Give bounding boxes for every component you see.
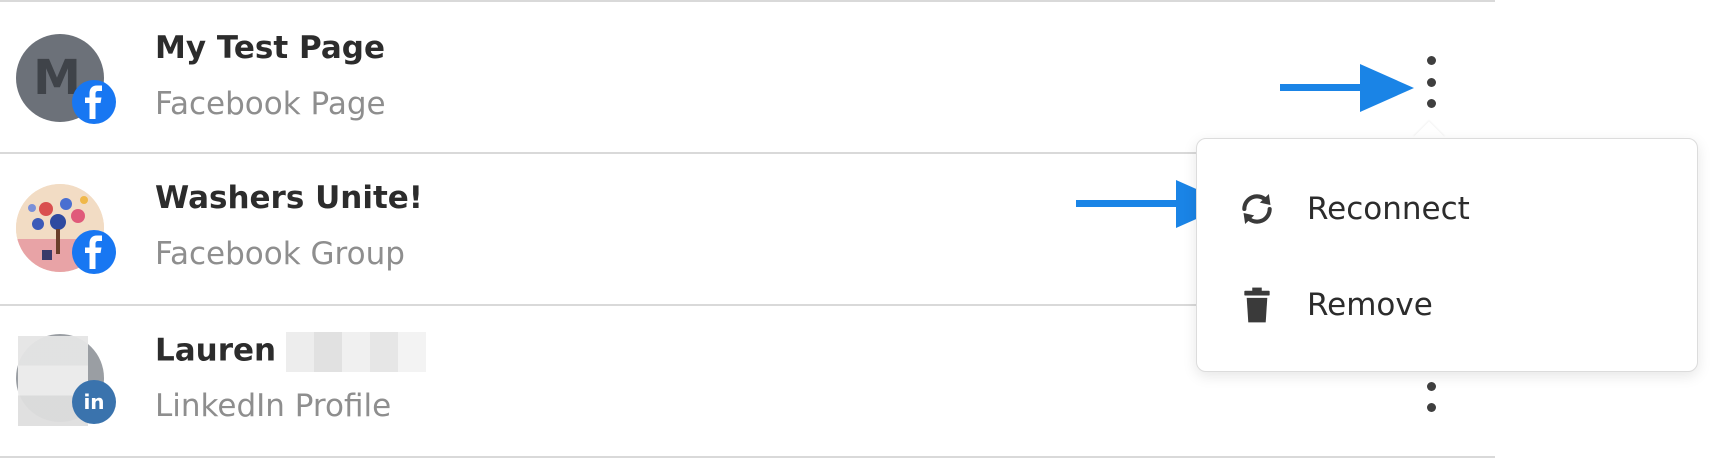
redacted-surname	[286, 332, 427, 372]
menu-item-reconnect[interactable]: Reconnect	[1237, 179, 1470, 239]
account-type: Facebook Page	[155, 86, 386, 122]
account-options-menu: Reconnect Remove	[1196, 138, 1698, 372]
reconnect-icon	[1237, 189, 1277, 229]
facebook-icon	[72, 230, 116, 274]
divider	[0, 456, 1495, 458]
menu-item-label: Reconnect	[1307, 191, 1470, 227]
account-type: LinkedIn Profile	[155, 388, 392, 424]
account-name: My Test Page	[155, 30, 385, 66]
account-row-my-test-page[interactable]: M My Test Page Facebook Page	[0, 2, 1495, 152]
trash-icon	[1237, 285, 1277, 325]
menu-item-label: Remove	[1307, 287, 1433, 323]
annotation-arrow	[1280, 64, 1414, 112]
more-options-button[interactable]	[1419, 56, 1443, 108]
account-type: Facebook Group	[155, 236, 405, 272]
account-name: Washers Unite!	[155, 180, 423, 216]
facebook-icon	[72, 80, 116, 124]
account-name: Lauren	[155, 332, 427, 372]
linkedin-icon: in	[72, 380, 116, 424]
menu-item-remove[interactable]: Remove	[1237, 275, 1433, 335]
